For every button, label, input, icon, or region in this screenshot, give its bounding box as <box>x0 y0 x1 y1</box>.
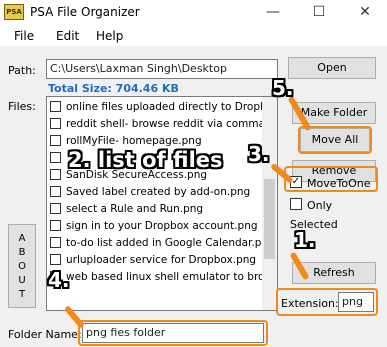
path-label: Path: <box>8 64 36 77</box>
app-logo-icon: PSA <box>4 4 24 20</box>
open-button[interactable]: Open <box>288 57 376 79</box>
folder-name-highlight <box>78 320 268 346</box>
move-all-highlight <box>298 126 372 154</box>
file-checkbox[interactable] <box>50 202 61 214</box>
move-to-one-highlight <box>284 166 378 192</box>
extension-highlight <box>276 288 378 316</box>
scrollbar-thumb[interactable] <box>264 179 275 259</box>
menu-help[interactable]: Help <box>96 29 123 43</box>
about-button[interactable]: A B O U T <box>8 224 36 308</box>
file-checkbox[interactable] <box>50 151 61 163</box>
total-size-label: Total Size: 704.46 KB <box>48 82 179 95</box>
file-checkbox[interactable] <box>50 185 61 197</box>
list-item[interactable]: online files uploaded directly to Dropbo… <box>50 100 277 118</box>
file-checkbox[interactable] <box>50 134 61 146</box>
callout-list-of-files: 2. list of files <box>68 148 223 172</box>
maximize-button[interactable]: ☐ <box>296 0 342 26</box>
list-item[interactable]: Saved label created by add-on.png <box>50 185 250 203</box>
file-list-scrollbar[interactable] <box>262 97 277 310</box>
checkbox-box <box>290 197 302 210</box>
list-item[interactable]: to-do list added in Google Calendar.png <box>50 236 275 254</box>
app-window: PSA PSA File Organizer — ☐ ✕ File Edit H… <box>0 0 387 347</box>
minimize-button[interactable]: — <box>250 0 296 26</box>
menu-edit[interactable]: Edit <box>56 29 79 43</box>
file-checkbox[interactable] <box>50 236 61 248</box>
callout-1: 1. <box>294 228 316 252</box>
list-item[interactable] <box>50 151 69 169</box>
list-item[interactable]: urluploader service for Dropbox.png <box>50 253 256 271</box>
file-list[interactable]: online files uploaded directly to Dropbo… <box>46 96 278 311</box>
file-checkbox[interactable] <box>50 117 61 129</box>
file-checkbox[interactable] <box>50 168 61 180</box>
list-item[interactable]: select a Rule and Run.png <box>50 202 203 220</box>
list-item[interactable]: sign in to your Dropbox account.png <box>50 219 258 237</box>
file-checkbox[interactable] <box>50 100 61 112</box>
path-field[interactable]: C:\Users\Laxman Singh\Desktop <box>46 59 278 79</box>
file-checkbox[interactable] <box>50 219 61 231</box>
callout-4: 4. <box>48 268 70 292</box>
list-item[interactable]: web based linux shell emulator to browse <box>50 270 277 288</box>
window-title: PSA File Organizer <box>30 5 140 19</box>
only-selected-checkbox[interactable]: Only Selected <box>290 194 376 231</box>
callout-3: 3. <box>248 142 270 166</box>
menu-bar: File Edit Help <box>0 26 387 46</box>
files-label: Files: <box>8 100 36 113</box>
list-item[interactable]: reddit shell- browse reddit via command <box>50 117 277 135</box>
callout-5: 5. <box>272 76 294 100</box>
folder-name-label: Folder Name: <box>8 328 82 341</box>
close-button[interactable]: ✕ <box>342 0 387 26</box>
file-checkbox[interactable] <box>50 253 61 265</box>
menu-file[interactable]: File <box>14 29 34 43</box>
title-bar: PSA PSA File Organizer — ☐ ✕ <box>0 0 387 26</box>
